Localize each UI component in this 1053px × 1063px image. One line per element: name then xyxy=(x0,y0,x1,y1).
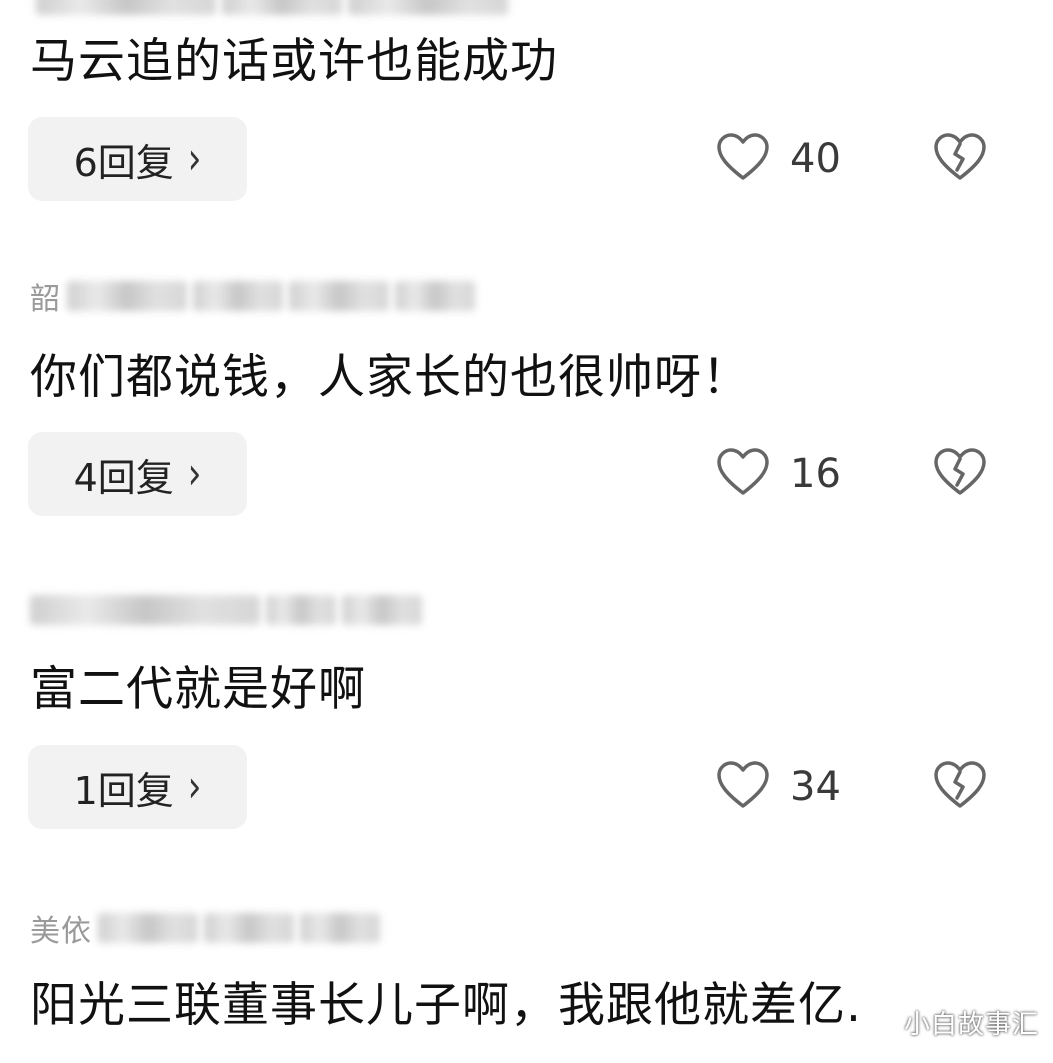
replies-button[interactable]: 6回复 › xyxy=(28,117,247,201)
dislike-button[interactable] xyxy=(932,117,988,201)
like-button[interactable]: 34 xyxy=(716,745,841,829)
partial-username-blurred xyxy=(30,0,508,15)
replies-label: 4回复 xyxy=(73,455,174,500)
replies-label: 1回复 xyxy=(73,768,174,813)
dislike-button[interactable] xyxy=(932,745,988,829)
watermark-text: 小白故事汇 xyxy=(903,1010,1039,1040)
username xyxy=(30,590,422,630)
like-count: 16 xyxy=(790,451,841,497)
broken-heart-icon xyxy=(933,760,987,814)
heart-outline-icon xyxy=(716,447,770,501)
username: 韶 xyxy=(30,276,475,317)
heart-outline-icon xyxy=(716,760,770,814)
username-visible-part: 韶 xyxy=(30,282,61,317)
like-count: 40 xyxy=(790,136,841,182)
chevron-right-icon: › xyxy=(187,448,202,500)
comment-list-page: 马云追的话或许也能成功 6回复 › 40 韶 你们都说钱，人家长的也很帅呀！ 4… xyxy=(0,0,1053,1063)
like-button[interactable]: 16 xyxy=(716,432,841,516)
chevron-right-icon: › xyxy=(187,133,202,185)
heart-outline-icon xyxy=(716,132,770,186)
dislike-button[interactable] xyxy=(932,432,988,516)
comment-text: 你们都说钱，人家长的也很帅呀！ xyxy=(30,350,750,405)
like-button[interactable]: 40 xyxy=(716,117,841,201)
replies-button[interactable]: 1回复 › xyxy=(28,745,247,829)
broken-heart-icon xyxy=(933,447,987,501)
username-visible-part: 美依 xyxy=(30,914,92,949)
like-count: 34 xyxy=(790,764,841,810)
replies-label: 6回复 xyxy=(73,140,174,185)
comment-text: 富二代就是好啊 xyxy=(30,662,366,717)
comment-text: 马云追的话或许也能成功 xyxy=(30,34,558,89)
comment-text: 阳光三联董事长儿子啊，我跟他就差亿. xyxy=(30,978,862,1033)
broken-heart-icon xyxy=(933,132,987,186)
username: 美依 xyxy=(30,908,380,949)
replies-button[interactable]: 4回复 › xyxy=(28,432,247,516)
chevron-right-icon: › xyxy=(187,761,202,813)
